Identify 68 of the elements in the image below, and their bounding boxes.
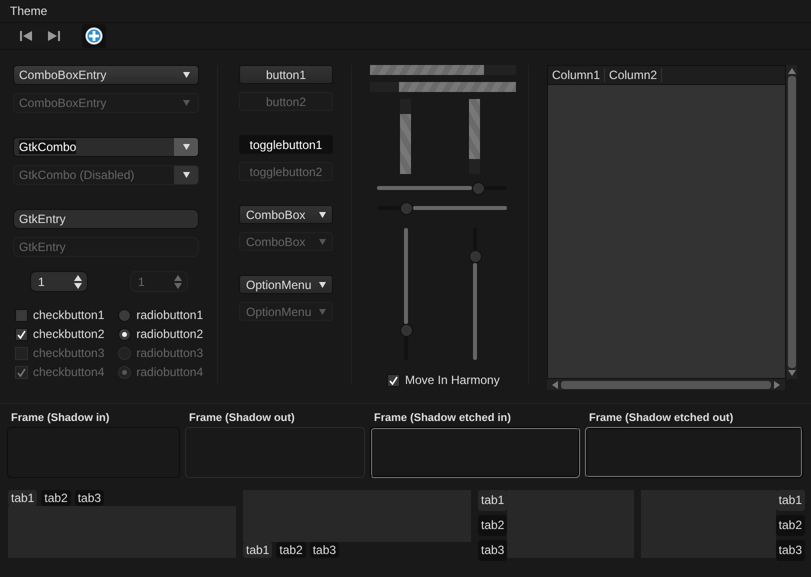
combo-field[interactable]: GtkCombo [13, 137, 199, 157]
tab[interactable]: tab2 [478, 515, 508, 536]
slider[interactable] [377, 182, 507, 194]
scroll-left-icon[interactable] [552, 380, 558, 388]
checkbox-label: checkbutton1 [33, 308, 104, 322]
checkbox[interactable] [15, 308, 28, 322]
slider-handle[interactable] [400, 202, 413, 214]
checkbox[interactable] [15, 328, 28, 340]
radio-label: radiobutton1 [136, 308, 204, 322]
radio-label: radiobutton3 [136, 346, 204, 360]
skip-back-icon[interactable] [20, 31, 32, 41]
add-button[interactable] [82, 24, 106, 48]
caret-icon [183, 72, 190, 78]
menu-item[interactable]: Theme [10, 4, 48, 18]
toggle-button[interactable]: togglebutton1 [239, 135, 333, 154]
horizontal-scrollbar[interactable] [547, 379, 785, 390]
slider-handle[interactable] [472, 182, 486, 194]
radio-label: radiobutton4 [136, 365, 204, 379]
tab[interactable]: tab3 [478, 540, 508, 561]
tab[interactable]: tab3 [776, 540, 805, 561]
scroll-down-icon[interactable] [788, 370, 796, 376]
frame-label: Frame (Shadow etched out) [588, 412, 734, 426]
checkbox-label: checkbutton3 [33, 346, 104, 360]
tree-view[interactable]: Column1 Column2 [547, 65, 786, 379]
up-down-arrows-icon[interactable] [74, 274, 82, 290]
tab[interactable]: tab1 [478, 490, 508, 511]
checkbox-label: checkbutton4 [33, 365, 104, 379]
caret-icon [319, 212, 326, 218]
frame-label: Frame (Shadow out) [188, 412, 296, 426]
frame-label: Frame (Shadow etched in) [373, 412, 512, 426]
skip-forward-icon[interactable] [48, 31, 60, 41]
radio-button[interactable] [118, 308, 132, 322]
caret-icon [183, 100, 190, 106]
frame-label: Frame (Shadow in) [10, 412, 110, 426]
tab[interactable]: tab3 [310, 542, 340, 558]
tab[interactable]: tab1 [243, 542, 272, 558]
scroll-up-icon[interactable] [788, 68, 796, 74]
slider[interactable] [400, 228, 412, 360]
caret-icon [182, 172, 190, 178]
combo-box-entry[interactable]: ComboBoxEntry [13, 65, 199, 85]
checkbox-label: checkbutton2 [33, 327, 104, 341]
tab[interactable]: tab2 [776, 515, 805, 536]
tab[interactable]: tab1 [8, 490, 38, 506]
caret-icon [319, 282, 326, 288]
caret-icon [319, 308, 326, 314]
scroll-right-icon[interactable] [774, 380, 780, 388]
option-menu[interactable]: OptionMenu [239, 275, 333, 294]
radio-button[interactable] [118, 328, 132, 340]
slider-handle[interactable] [400, 324, 412, 337]
checkbox[interactable] [387, 374, 400, 386]
column-header[interactable]: Column1 [548, 68, 606, 82]
tab[interactable]: tab2 [276, 542, 306, 558]
tab[interactable]: tab3 [74, 490, 104, 506]
slider[interactable] [469, 228, 481, 360]
slider-handle[interactable] [468, 250, 482, 264]
caret-icon [319, 238, 326, 244]
slider[interactable] [377, 202, 507, 214]
combo-box[interactable]: ComboBox [239, 205, 333, 224]
checkbox-label: Move In Harmony [405, 373, 500, 387]
text-entry[interactable]: GtkEntry [13, 209, 199, 229]
caret-icon [182, 144, 190, 150]
tab[interactable]: tab2 [41, 490, 71, 506]
tab[interactable]: tab1 [776, 490, 805, 511]
column-header[interactable]: Column2 [605, 68, 662, 82]
radio-label: radiobutton2 [136, 327, 204, 341]
spin-button[interactable]: 1 [30, 271, 88, 292]
push-button[interactable]: button1 [239, 65, 333, 84]
vertical-scrollbar[interactable] [786, 65, 797, 379]
